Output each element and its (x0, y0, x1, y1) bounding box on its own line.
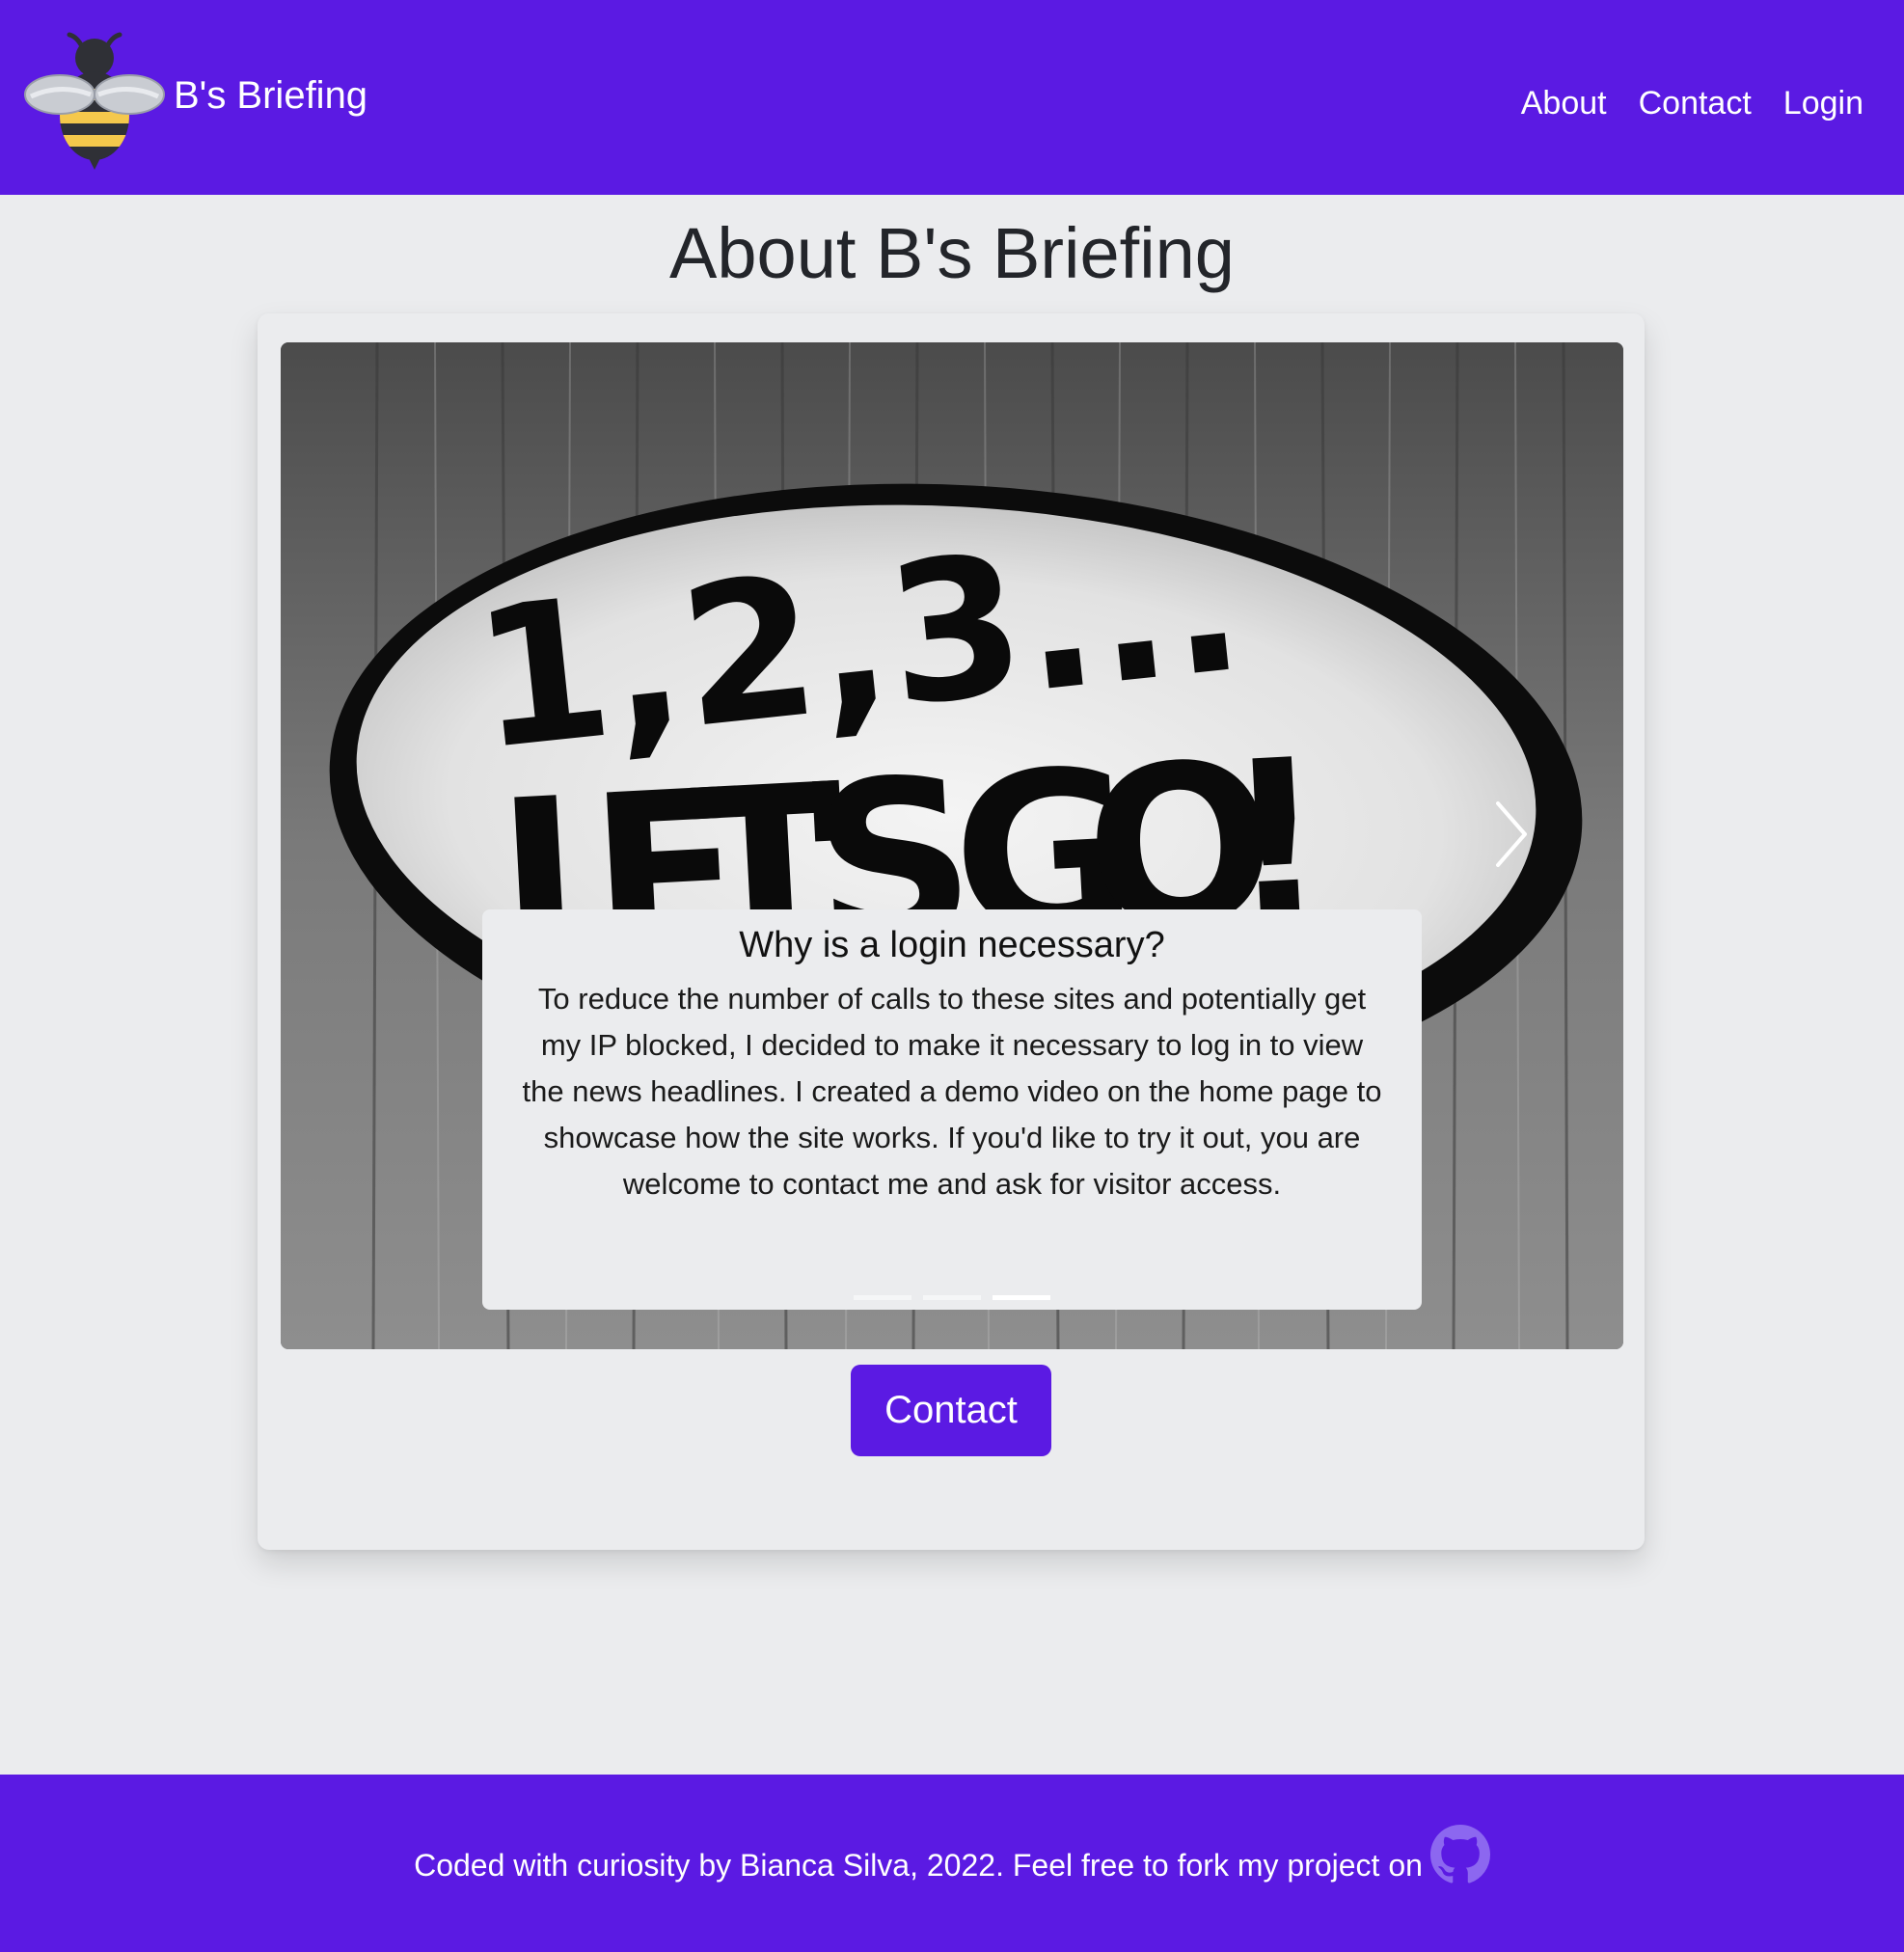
footer-content: Coded with curiosity by Bianca Silva, 20… (0, 1825, 1904, 1884)
carousel-indicator-2[interactable] (923, 1295, 981, 1300)
page-title: About B's Briefing (669, 213, 1235, 293)
about-card: 1,2,3... LET'S GO! Why is a login necess… (258, 313, 1645, 1550)
github-icon[interactable] (1429, 1825, 1490, 1884)
contact-button[interactable]: Contact (851, 1365, 1051, 1456)
brand-name: B's Briefing (174, 73, 368, 117)
carousel-indicators (482, 1295, 1422, 1300)
nav-about[interactable]: About (1521, 85, 1607, 122)
carousel-caption: Why is a login necessary? To reduce the … (482, 909, 1422, 1310)
carousel-indicator-1[interactable] (854, 1295, 911, 1300)
brand-link[interactable]: B's Briefing (23, 27, 367, 170)
nav-contact[interactable]: Contact (1639, 85, 1752, 122)
carousel-indicator-3[interactable] (993, 1295, 1050, 1300)
chevron-right-icon[interactable] (1484, 796, 1537, 873)
caption-text: To reduce the number of calls to these s… (522, 982, 1382, 1201)
navbar: B's Briefing About Contact Login (0, 0, 1904, 195)
nav-links: About Contact Login (1521, 85, 1863, 122)
carousel: 1,2,3... LET'S GO! Why is a login necess… (281, 342, 1623, 1349)
caption-title: Why is a login necessary? (739, 925, 1165, 965)
bee-icon (24, 32, 165, 170)
footer-text: Coded with curiosity by Bianca Silva, 20… (414, 1847, 1423, 1883)
footer: Coded with curiosity by Bianca Silva, 20… (0, 1775, 1904, 1952)
nav-login[interactable]: Login (1783, 85, 1863, 122)
